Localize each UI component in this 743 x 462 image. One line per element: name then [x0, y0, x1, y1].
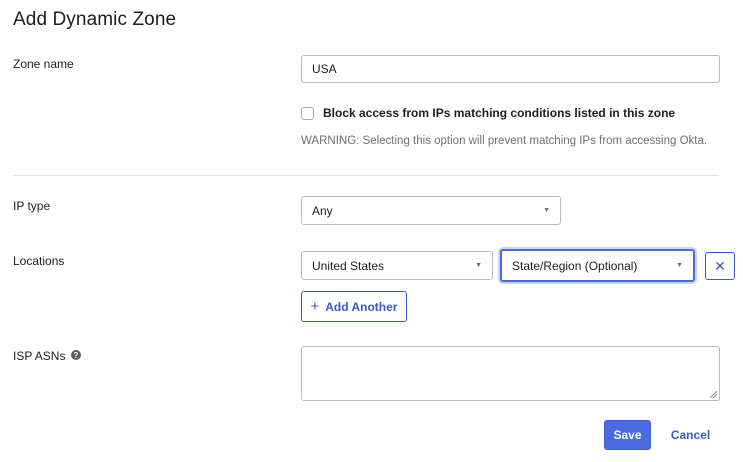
ip-type-label: IP type [13, 199, 51, 213]
locations-label: Locations [13, 254, 65, 268]
page-title: Add Dynamic Zone [13, 9, 177, 30]
zone-name-label: Zone name [13, 57, 74, 71]
country-selected-value: United States [312, 258, 385, 273]
block-access-checkbox[interactable] [301, 107, 314, 120]
remove-location-button[interactable]: ✕ [705, 252, 735, 280]
section-divider [13, 175, 719, 176]
add-another-label: Add Another [325, 299, 398, 314]
cancel-button[interactable]: Cancel [664, 420, 717, 450]
caret-down-icon: ▼ [475, 262, 482, 269]
ip-type-select[interactable]: Any ▼ [301, 196, 561, 225]
close-icon: ✕ [714, 257, 726, 274]
plus-icon: + [310, 298, 320, 315]
country-select[interactable]: United States ▼ [301, 251, 493, 280]
resize-grip-icon[interactable] [709, 390, 717, 398]
caret-down-icon: ▼ [676, 262, 683, 269]
region-selected-value: State/Region (Optional) [512, 258, 638, 273]
isp-asns-textarea[interactable] [301, 346, 720, 401]
block-access-label[interactable]: Block access from IPs matching condition… [323, 106, 675, 120]
ip-type-selected-value: Any [312, 203, 333, 218]
help-icon[interactable]: ? [71, 350, 81, 360]
isp-asns-label: ISP ASNs [13, 349, 66, 363]
caret-down-icon: ▼ [543, 207, 550, 214]
region-select[interactable]: State/Region (Optional) ▼ [500, 249, 695, 282]
zone-name-input[interactable] [301, 55, 720, 83]
add-another-location-button[interactable]: + Add Another [301, 291, 407, 322]
save-button[interactable]: Save [604, 420, 651, 450]
block-access-warning: WARNING: Selecting this option will prev… [301, 135, 708, 147]
